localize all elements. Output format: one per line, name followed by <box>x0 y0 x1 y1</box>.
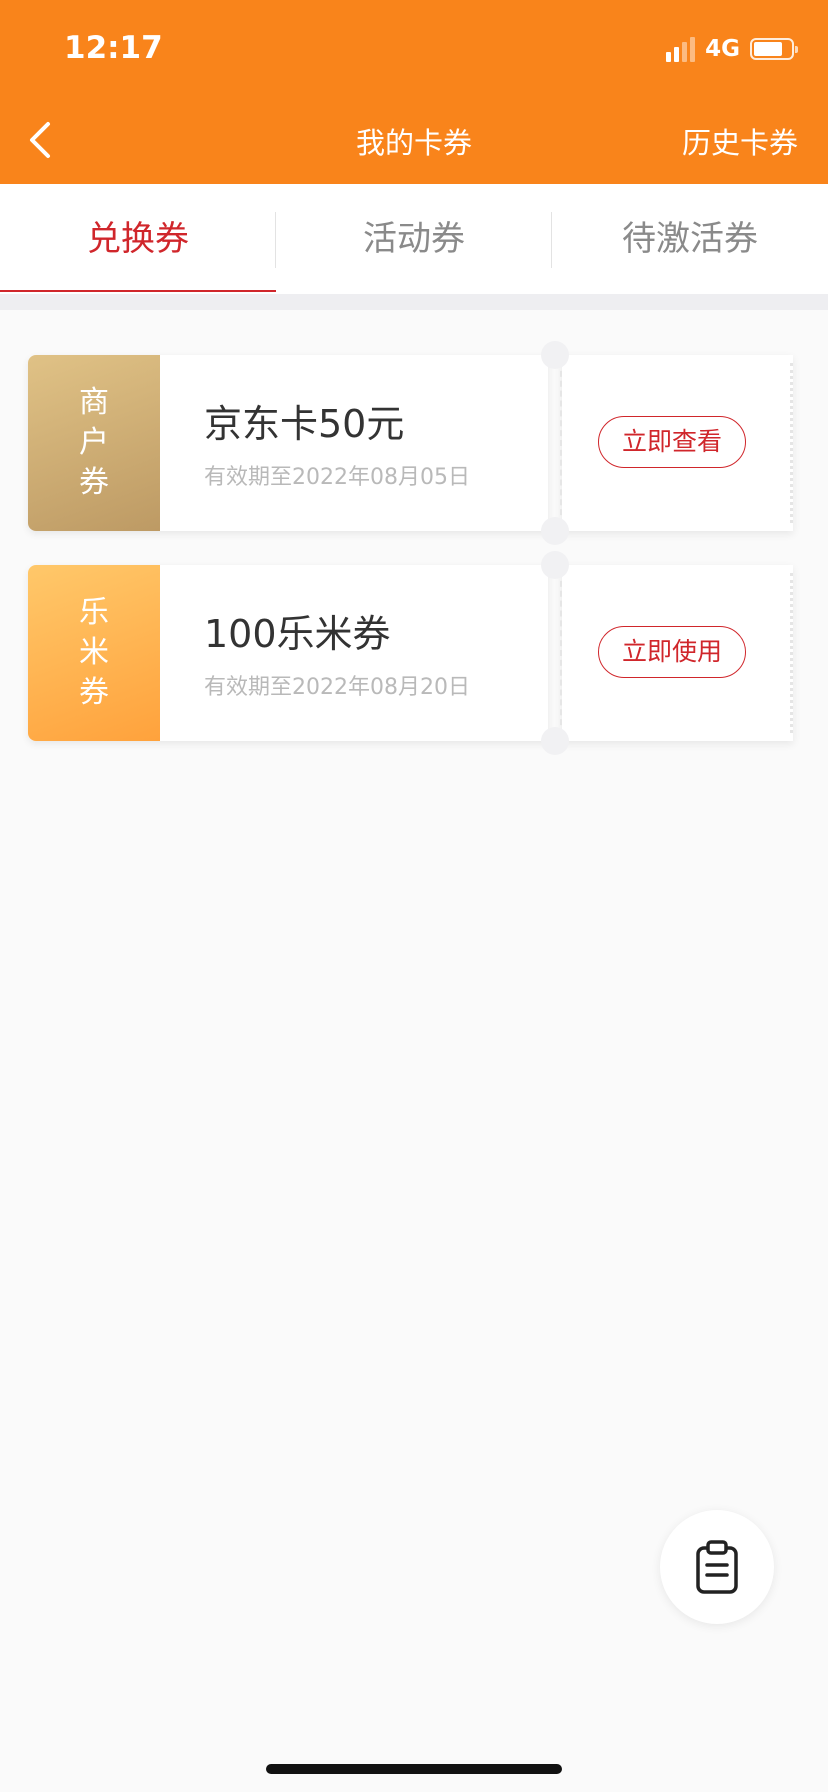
status-time: 12:17 <box>64 30 163 66</box>
clipboard-fab-button[interactable] <box>660 1510 774 1624</box>
battery-icon <box>750 38 798 60</box>
history-coupons-link[interactable]: 历史卡券 <box>682 120 798 162</box>
tab-pending-activation[interactable]: 待激活券 <box>552 184 828 294</box>
tab-label: 活动券 <box>363 219 465 259</box>
coupon-card[interactable]: 乐 米 券 100乐米券 有效期至2022年08月20日 立即使用 <box>28 551 793 755</box>
coupon-name: 100乐米券 <box>204 612 391 656</box>
clipboard-icon <box>696 1540 738 1594</box>
tab-separator <box>0 294 828 310</box>
coupon-type-tag: 乐 米 券 <box>28 565 160 741</box>
coupon-name: 京东卡50元 <box>204 402 405 446</box>
tab-label: 待激活券 <box>622 219 758 259</box>
tab-bar: 兑换券 活动券 待激活券 <box>0 184 828 294</box>
tab-activity[interactable]: 活动券 <box>276 184 552 294</box>
network-type: 4G <box>705 36 740 62</box>
tab-label: 兑换券 <box>87 219 189 259</box>
use-now-button[interactable]: 立即使用 <box>598 626 746 678</box>
coupon-validity: 有效期至2022年08月20日 <box>204 675 470 700</box>
signal-icon <box>666 36 696 62</box>
coupon-card[interactable]: 商 户 券 京东卡50元 有效期至2022年08月05日 立即查看 <box>28 341 793 545</box>
status-indicators: 4G <box>666 34 798 64</box>
tab-exchange[interactable]: 兑换券 <box>0 184 276 294</box>
app-header: 12:17 4G 我的卡券 历史卡券 <box>0 0 828 184</box>
home-indicator <box>266 1764 562 1774</box>
view-now-button[interactable]: 立即查看 <box>598 416 746 468</box>
coupon-type-tag: 商 户 券 <box>28 355 160 531</box>
coupon-validity: 有效期至2022年08月05日 <box>204 465 470 490</box>
